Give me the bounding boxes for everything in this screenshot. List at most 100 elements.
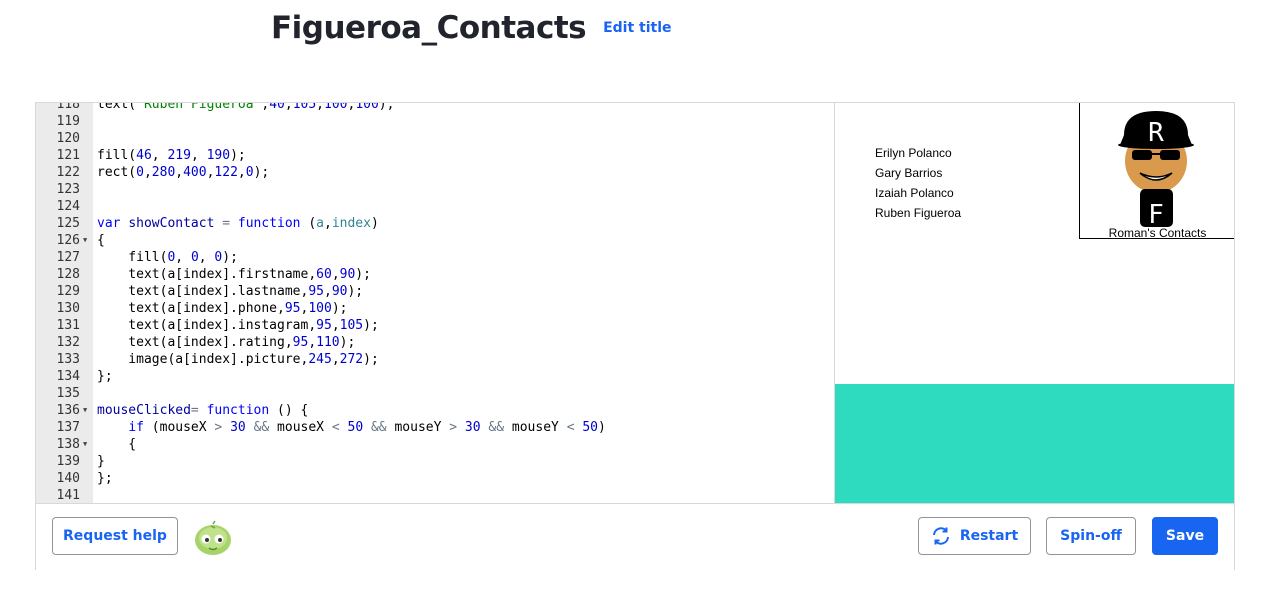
line-number: 131 bbox=[56, 318, 80, 333]
line-number: 123 bbox=[56, 182, 80, 197]
code-line[interactable]: 130 text(a[index].phone,95,100); bbox=[36, 300, 834, 317]
code-token: 95 bbox=[316, 318, 332, 333]
code-token: 245 bbox=[308, 352, 332, 367]
code-token: ) bbox=[598, 420, 606, 435]
code-token: 50 bbox=[582, 420, 598, 435]
code-lines[interactable]: 118 text("Ruben Figueroa",40,105,100,100)… bbox=[36, 103, 834, 503]
code-text: { bbox=[97, 436, 136, 453]
code-token: rect( bbox=[97, 165, 137, 180]
code-token: 95 bbox=[308, 284, 324, 299]
code-token: 95 bbox=[284, 301, 301, 316]
code-editor[interactable]: 118 text("Ruben Figueroa",40,105,100,100)… bbox=[36, 103, 835, 503]
code-token: }; bbox=[97, 369, 113, 384]
request-help-label: Request help bbox=[63, 528, 167, 544]
code-token: , bbox=[151, 148, 168, 163]
code-token: , bbox=[143, 165, 152, 180]
code-token: 90 bbox=[331, 284, 348, 299]
contact-name: Izaiah Polanco bbox=[875, 186, 954, 200]
code-line[interactable]: 140}; bbox=[36, 470, 834, 487]
code-line[interactable]: 124 bbox=[36, 198, 834, 215]
code-token: 105 bbox=[292, 103, 317, 112]
line-number: 122 bbox=[56, 165, 80, 180]
code-token: > bbox=[449, 420, 458, 435]
code-token: , bbox=[175, 250, 191, 265]
bottom-toolbar: Request help Restart Spin-off Save bbox=[36, 503, 1234, 570]
code-token: , bbox=[323, 284, 332, 299]
line-number: 137 bbox=[56, 420, 80, 435]
code-line[interactable]: 123 bbox=[36, 181, 834, 198]
program-frame: 118 text("Ruben Figueroa",40,105,100,100)… bbox=[35, 102, 1235, 570]
code-line[interactable]: 121 fill(46, 219, 190); bbox=[36, 147, 834, 164]
code-token: ); bbox=[347, 284, 364, 299]
code-token: , bbox=[237, 165, 246, 180]
code-token: , bbox=[331, 352, 340, 367]
character-drawing: R F bbox=[1118, 111, 1194, 230]
code-text: } bbox=[97, 453, 105, 470]
line-number: 138 bbox=[56, 437, 80, 452]
code-text: text("Ruben Figueroa",40,105,100,100); bbox=[97, 103, 394, 113]
line-number: 130 bbox=[56, 301, 80, 316]
code-text: text(a[index].rating,95,110); bbox=[97, 334, 355, 351]
code-token: 122 bbox=[214, 165, 238, 180]
code-line[interactable]: 137 if (mouseX > 30 && mouseX < 50 && mo… bbox=[36, 419, 834, 436]
code-line[interactable]: 120 bbox=[36, 130, 834, 147]
spin-off-button[interactable]: Spin-off bbox=[1046, 517, 1136, 555]
code-line[interactable]: 118 text("Ruben Figueroa",40,105,100,100)… bbox=[36, 103, 834, 113]
code-line[interactable]: 141 bbox=[36, 487, 834, 503]
code-token: ); bbox=[253, 165, 270, 180]
save-button[interactable]: Save bbox=[1152, 517, 1218, 555]
code-line[interactable]: 135 bbox=[36, 385, 834, 402]
code-token: , bbox=[316, 103, 324, 112]
code-line[interactable]: 122 rect(0,280,400,122,0); bbox=[36, 164, 834, 181]
code-line[interactable]: 136 ▼ mouseClicked= function () { bbox=[36, 402, 834, 419]
code-token: text(a[index].phone, bbox=[97, 301, 285, 316]
code-token: "Ruben Figueroa" bbox=[136, 103, 262, 112]
code-line[interactable]: 125 var showContact = function (a,index) bbox=[36, 215, 834, 232]
code-line[interactable]: 139} bbox=[36, 453, 834, 470]
code-token: 30 bbox=[230, 420, 246, 435]
line-number: 125 bbox=[56, 216, 80, 231]
request-help-button[interactable]: Request help bbox=[52, 517, 178, 555]
code-token: { bbox=[97, 233, 105, 248]
code-token: 190 bbox=[206, 148, 231, 163]
code-token: 105 bbox=[339, 318, 364, 333]
code-line[interactable]: 132 text(a[index].rating,95,110); bbox=[36, 334, 834, 351]
code-token: , bbox=[324, 216, 332, 231]
code-text: image(a[index].picture,245,272); bbox=[97, 351, 378, 368]
code-text: text(a[index].lastname,95,90); bbox=[97, 283, 363, 300]
code-line[interactable]: 138 ▼ { bbox=[36, 436, 834, 453]
fold-arrow-icon[interactable]: ▼ bbox=[83, 402, 87, 419]
code-token: , bbox=[175, 165, 184, 180]
fold-arrow-icon[interactable]: ▼ bbox=[83, 436, 87, 453]
restart-button[interactable]: Restart bbox=[918, 517, 1031, 555]
avatar-icon bbox=[195, 520, 231, 555]
code-token: ( bbox=[300, 216, 317, 231]
line-number: 118 bbox=[56, 103, 80, 112]
code-token: ); bbox=[355, 267, 371, 282]
fold-arrow-icon[interactable]: ▼ bbox=[83, 232, 87, 249]
code-line[interactable]: 133 image(a[index].picture,245,272); bbox=[36, 351, 834, 368]
code-line[interactable]: 129 text(a[index].lastname,95,90); bbox=[36, 283, 834, 300]
code-line[interactable]: 128 text(a[index].firstname,60,90); bbox=[36, 266, 834, 283]
code-text: if (mouseX > 30 && mouseX < 50 && mouseY… bbox=[97, 419, 606, 436]
code-token: 280 bbox=[151, 165, 176, 180]
logo-letter-top: R bbox=[1148, 118, 1164, 148]
code-line[interactable]: 127 fill(0, 0, 0); bbox=[36, 249, 834, 266]
code-token: ) bbox=[370, 216, 379, 231]
code-line[interactable]: 131 text(a[index].instagram,95,105); bbox=[36, 317, 834, 334]
code-line[interactable]: 119 bbox=[36, 113, 834, 130]
edit-title-link[interactable]: Edit title bbox=[603, 20, 671, 36]
code-token: showContact bbox=[128, 216, 215, 231]
code-line[interactable]: 126 ▼ { bbox=[36, 232, 834, 249]
code-token: { bbox=[97, 437, 137, 452]
code-line[interactable]: 134}; bbox=[36, 368, 834, 385]
code-token: mouseClicked bbox=[97, 403, 191, 418]
code-text: fill(46, 219, 190); bbox=[97, 147, 246, 164]
program-output-canvas[interactable]: Erilyn Polanco Gary Barrios Izaiah Polan… bbox=[835, 103, 1234, 503]
code-token: 110 bbox=[316, 335, 340, 350]
code-token: mouseX bbox=[269, 420, 332, 435]
code-text: fill(0, 0, 0); bbox=[97, 249, 238, 266]
